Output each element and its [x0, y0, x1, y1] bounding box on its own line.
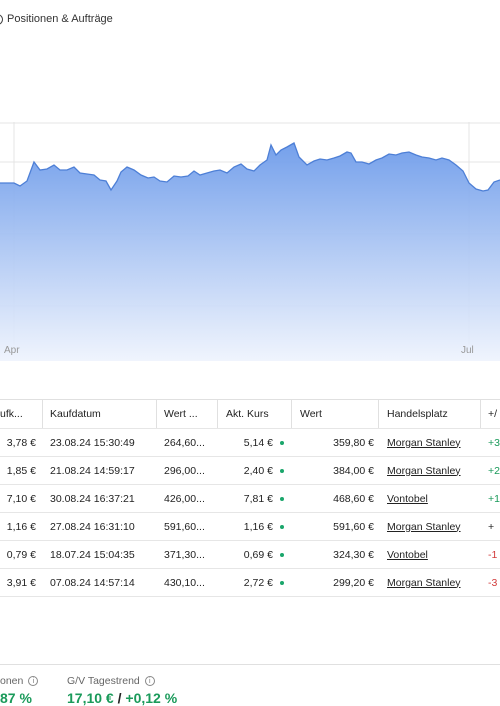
table-row[interactable]: 0,79 € 18.07.24 15:04:35 371,30... 0,69 € 32… — [0, 541, 500, 569]
gv-cell: +1 — [488, 492, 500, 505]
handelsplatz-link[interactable]: Morgan Stanley — [387, 513, 477, 540]
handelsplatz-link-text[interactable]: Morgan Stanley — [387, 465, 461, 477]
kaufdatum-cell: 23.08.24 15:30:49 — [50, 436, 135, 449]
kaufkurs-cell: 1,16 € — [6, 520, 36, 533]
col-gv[interactable]: +/ — [488, 400, 500, 428]
wert-kauf-cell: 371,30... — [164, 548, 205, 561]
handelsplatz-link-text[interactable]: Morgan Stanley — [387, 577, 461, 589]
topbar: Positionen & Aufträge — [0, 0, 500, 40]
gv-cell: +3 — [488, 436, 500, 449]
col-kaufdatum[interactable]: Kaufdatum — [50, 400, 150, 428]
trend-separator: / — [113, 690, 126, 706]
wert-kauf-cell: 296,00... — [164, 464, 205, 477]
table-body: 3,78 € 23.08.24 15:30:49 264,60... 5,14 € 35… — [0, 429, 500, 597]
handelsplatz-link-text[interactable]: Morgan Stanley — [387, 521, 461, 533]
kaufdatum-cell: 21.08.24 14:59:17 — [50, 464, 135, 477]
wert-kauf-cell: 591,60... — [164, 520, 205, 533]
wert-kauf-cell: 264,60... — [164, 436, 205, 449]
kaufkurs-cell: 7,10 € — [6, 492, 36, 505]
kaufdatum-cell: 30.08.24 16:37:21 — [50, 492, 135, 505]
footer-summary: onen i 87 % G/V Tagestrend i 17,10 € / +… — [0, 664, 500, 706]
positions-orders-label[interactable]: Positionen & Aufträge — [7, 13, 113, 25]
positions-summary-value: 87 % — [0, 690, 32, 706]
info-icon[interactable]: i — [28, 676, 39, 686]
kaufkurs-cell: 1,85 € — [6, 464, 36, 477]
gv-cell: -3 — [488, 576, 498, 589]
handelsplatz-link-text[interactable]: Vontobel — [387, 493, 428, 505]
wert-cell: 324,30 € — [333, 548, 374, 561]
trend-label-text: G/V Tagestrend — [67, 675, 140, 687]
table-row[interactable]: 1,85 € 21.08.24 14:59:17 296,00... 2,40 € 38… — [0, 457, 500, 485]
kaufkurs-cell: 3,78 € — [6, 436, 36, 449]
live-dot-icon — [280, 552, 284, 557]
akt-kurs-cell: 1,16 € — [226, 513, 284, 540]
wert-kauf-cell: 426,00... — [164, 492, 205, 505]
col-wert-kauf[interactable]: Wert ... — [164, 400, 214, 428]
col-akt-kurs[interactable]: Akt. Kurs — [226, 400, 286, 428]
kaufdatum-cell: 27.08.24 16:31:10 — [50, 520, 135, 533]
akt-kurs-value: 2,72 € — [243, 576, 273, 589]
info-icon[interactable]: i — [144, 676, 155, 686]
col-wert[interactable]: Wert — [300, 400, 370, 428]
wert-cell: 384,00 € — [333, 464, 374, 477]
trend-abs: 17,10 € — [67, 690, 114, 706]
handelsplatz-link[interactable]: Vontobel — [387, 541, 477, 568]
akt-kurs-value: 0,69 € — [243, 548, 273, 561]
trend-pct: +0,12 % — [125, 690, 178, 706]
akt-kurs-cell: 2,72 € — [226, 569, 284, 596]
live-dot-icon — [280, 524, 284, 529]
col-handelsplatz[interactable]: Handelsplatz — [387, 400, 477, 428]
akt-kurs-cell: 2,40 € — [226, 457, 284, 484]
trend-label: G/V Tagestrend i — [67, 675, 155, 687]
positions-table: ufk... Kaufdatum Wert ... Akt. Kurs Wert… — [0, 399, 500, 597]
positions-summary-text: onen — [0, 675, 24, 687]
table-row[interactable]: 7,10 € 30.08.24 16:37:21 426,00... 7,81 € 46… — [0, 485, 500, 513]
chart-area — [0, 143, 500, 361]
positions-summary-label: onen i — [0, 675, 39, 687]
akt-kurs-value: 1,16 € — [243, 520, 273, 533]
kaufdatum-cell: 18.07.24 15:04:35 — [50, 548, 135, 561]
kaufkurs-cell: 3,91 € — [6, 576, 36, 589]
handelsplatz-link-text[interactable]: Vontobel — [387, 549, 428, 561]
col-kaufkurs[interactable]: ufk... — [0, 400, 40, 428]
akt-kurs-value: 2,40 € — [243, 464, 273, 477]
live-dot-icon — [280, 580, 284, 585]
akt-kurs-cell: 7,81 € — [226, 485, 284, 512]
wert-cell: 359,80 € — [333, 436, 374, 449]
table-row[interactable]: 3,78 € 23.08.24 15:30:49 264,60... 5,14 € 35… — [0, 429, 500, 457]
handelsplatz-link[interactable]: Vontobel — [387, 485, 477, 512]
kaufkurs-cell: 0,79 € — [6, 548, 36, 561]
wert-kauf-cell: 430,10... — [164, 576, 205, 589]
positions-radio[interactable] — [0, 14, 3, 25]
akt-kurs-value: 5,14 € — [243, 436, 273, 449]
table-row[interactable]: 1,16 € 27.08.24 16:31:10 591,60... 1,16 € 59… — [0, 513, 500, 541]
kaufdatum-cell: 07.08.24 14:57:14 — [50, 576, 135, 589]
handelsplatz-link[interactable]: Morgan Stanley — [387, 457, 477, 484]
x-tick-apr: Apr — [4, 345, 20, 356]
gv-cell: +2 — [488, 464, 500, 477]
handelsplatz-link[interactable]: Morgan Stanley — [387, 569, 477, 596]
gv-cell: + — [488, 520, 495, 533]
wert-cell: 591,60 € — [333, 520, 374, 533]
wert-cell: 468,60 € — [333, 492, 374, 505]
trend-value: 17,10 € / +0,12 % — [67, 690, 177, 706]
live-dot-icon — [280, 440, 284, 445]
table-row[interactable]: 3,91 € 07.08.24 14:57:14 430,10... 2,72 € 29… — [0, 569, 500, 597]
handelsplatz-link-text[interactable]: Morgan Stanley — [387, 437, 461, 449]
gv-cell: -1 — [488, 548, 498, 561]
live-dot-icon — [280, 468, 284, 473]
akt-kurs-cell: 5,14 € — [226, 429, 284, 456]
price-chart: Apr Jul — [0, 122, 500, 367]
x-tick-jul: Jul — [461, 345, 474, 356]
handelsplatz-link[interactable]: Morgan Stanley — [387, 429, 477, 456]
live-dot-icon — [280, 496, 284, 501]
akt-kurs-cell: 0,69 € — [226, 541, 284, 568]
table-header: ufk... Kaufdatum Wert ... Akt. Kurs Wert… — [0, 399, 500, 429]
wert-cell: 299,20 € — [333, 576, 374, 589]
chart-svg: Apr Jul — [0, 122, 500, 361]
akt-kurs-value: 7,81 € — [243, 492, 273, 505]
